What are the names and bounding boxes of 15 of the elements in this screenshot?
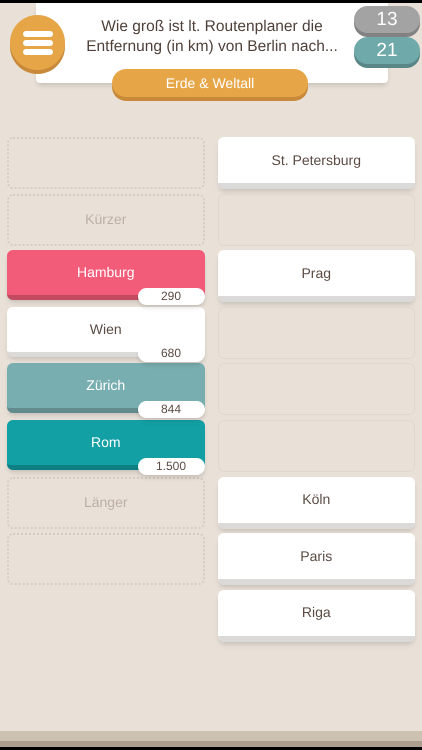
answer-card[interactable]: Paris xyxy=(218,533,415,586)
answer-card[interactable]: Köln xyxy=(218,476,415,529)
distance-label: 680 xyxy=(138,344,204,362)
question-text: Wie groß ist lt. Routenplaner die Entfernung (in km) von Berlin nach... xyxy=(85,17,339,57)
menu-button[interactable] xyxy=(10,15,65,70)
distance-label: 290 xyxy=(138,288,204,306)
menu-icon xyxy=(22,30,52,54)
distance-label: 844 xyxy=(138,401,204,418)
score-badge: 21 xyxy=(354,37,420,64)
answer-card[interactable]: St. Petersburg xyxy=(218,137,415,189)
distance-label: 1.500 xyxy=(138,458,204,475)
answer-card[interactable]: Prag xyxy=(218,250,415,302)
answer-card[interactable]: Riga xyxy=(218,590,415,642)
score-badge: 13 xyxy=(354,6,420,33)
category-badge: Erde & Weltall xyxy=(112,69,308,97)
